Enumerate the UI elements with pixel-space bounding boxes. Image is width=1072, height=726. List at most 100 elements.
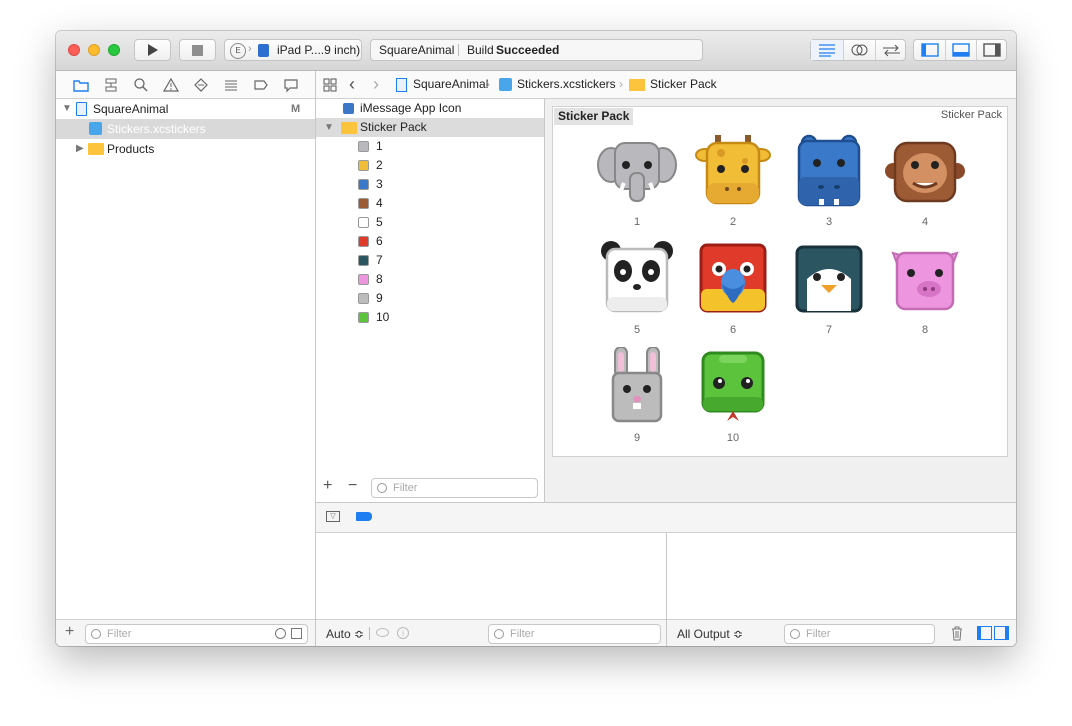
sticker-cell[interactable]: 4 bbox=[877, 131, 973, 239]
parrot-icon bbox=[699, 243, 767, 313]
file-row-stickers[interactable]: Stickers.xcstickers bbox=[56, 119, 315, 139]
scheme-device-selector[interactable]: E › iPad P....9 inch) bbox=[224, 39, 362, 61]
sticker-row-label: 1 bbox=[376, 139, 383, 153]
sticker-row[interactable]: 7 bbox=[316, 251, 544, 270]
divider bbox=[369, 627, 370, 640]
breadcrumb-project[interactable]: SquareAnimal bbox=[413, 71, 488, 98]
project-row[interactable]: ▼ SquareAnimal M bbox=[56, 99, 315, 119]
hierarchy-icon[interactable] bbox=[103, 77, 119, 93]
sticker-row[interactable]: 2 bbox=[316, 156, 544, 175]
show-variables-icon[interactable] bbox=[977, 626, 992, 640]
activity-status-result: Succeeded bbox=[496, 43, 560, 57]
search-icon[interactable] bbox=[133, 77, 149, 93]
stop-button[interactable] bbox=[179, 39, 216, 61]
sticker-cell[interactable]: 3 bbox=[781, 131, 877, 239]
pack-title: Sticker Pack bbox=[554, 108, 634, 125]
sticker-thumb-icon bbox=[358, 293, 369, 304]
snake-icon bbox=[701, 351, 765, 421]
remove-icon[interactable]: − bbox=[348, 477, 357, 495]
group-row-products[interactable]: ▶ Products bbox=[56, 139, 315, 159]
sticker-pack-panel: Sticker Pack Sticker Pack 1 2 3 4 5 6 7 8 9 10 bbox=[552, 106, 1008, 457]
output-select[interactable]: All Output ≎ bbox=[677, 627, 743, 641]
sticker-cell[interactable]: 6 bbox=[685, 239, 781, 347]
breakpoints-toggle-icon[interactable] bbox=[356, 512, 372, 521]
left-panel-icon bbox=[921, 43, 939, 57]
panel-toggle-group bbox=[913, 39, 1007, 61]
app-icon-row[interactable]: iMessage App Icon bbox=[316, 99, 544, 118]
sticker-row[interactable]: 3 bbox=[316, 175, 544, 194]
penguin-icon bbox=[795, 245, 863, 313]
sticker-row[interactable]: 1 bbox=[316, 137, 544, 156]
warning-icon[interactable] bbox=[163, 77, 179, 93]
sticker-cell[interactable]: 9 bbox=[589, 347, 685, 455]
sticker-cell[interactable]: 2 bbox=[685, 131, 781, 239]
info-icon[interactable]: i bbox=[397, 627, 409, 639]
activity-view: SquareAnimal Build Succeeded bbox=[370, 39, 703, 61]
back-arrow-icon[interactable]: ‹ bbox=[349, 71, 355, 98]
sticker-row[interactable]: 10 bbox=[316, 308, 544, 327]
auto-scope-select[interactable]: Auto ≎ bbox=[326, 627, 364, 641]
sticker-pack-row[interactable]: ▼ Sticker Pack bbox=[316, 118, 544, 137]
standard-editor-button[interactable] bbox=[811, 40, 843, 60]
editor-mode-group bbox=[810, 39, 906, 61]
debug-gauges-icon[interactable] bbox=[223, 77, 239, 93]
navigator-footer: + Filter bbox=[56, 619, 315, 646]
sticker-label: 8 bbox=[921, 324, 929, 336]
variables-filter-field[interactable]: Filter bbox=[488, 624, 661, 644]
toggle-utilities-button[interactable] bbox=[976, 40, 1008, 60]
folder-icon[interactable] bbox=[73, 77, 89, 93]
recent-files-icon[interactable] bbox=[275, 628, 286, 639]
sticker-cell[interactable]: 8 bbox=[877, 239, 973, 347]
minimize-button[interactable] bbox=[88, 44, 100, 56]
close-button[interactable] bbox=[68, 44, 80, 56]
sticker-row-label: 2 bbox=[376, 158, 383, 172]
assistant-editor-button[interactable] bbox=[843, 40, 876, 60]
sticker-row[interactable]: 8 bbox=[316, 270, 544, 289]
sticker-pack-canvas: Sticker Pack Sticker Pack 1 2 3 4 5 6 7 8 9 10 bbox=[545, 99, 1016, 502]
sticker-cell[interactable]: 7 bbox=[781, 239, 877, 347]
add-icon[interactable]: + bbox=[65, 623, 74, 641]
sticker-thumb-icon bbox=[358, 274, 369, 285]
sticker-cell[interactable]: 10 bbox=[685, 347, 781, 455]
related-items-icon[interactable] bbox=[323, 78, 337, 92]
sticker-row[interactable]: 9 bbox=[316, 289, 544, 308]
toggle-debug-button[interactable] bbox=[945, 40, 977, 60]
breadcrumb-pack[interactable]: Sticker Pack bbox=[650, 71, 717, 98]
filter-icon bbox=[377, 483, 387, 493]
show-console-icon[interactable] bbox=[994, 626, 1009, 640]
zoom-button[interactable] bbox=[108, 44, 120, 56]
variables-footer: Auto ≎ i Filter bbox=[316, 619, 666, 646]
add-icon[interactable]: + bbox=[323, 477, 332, 495]
report-icon[interactable] bbox=[283, 77, 299, 93]
sticker-row-label: 5 bbox=[376, 215, 383, 229]
hide-debug-icon[interactable]: ▽ bbox=[326, 511, 340, 522]
sticker-row[interactable]: 4 bbox=[316, 194, 544, 213]
bottom-panel-icon bbox=[952, 43, 970, 57]
console-filter-field[interactable]: Filter bbox=[784, 624, 935, 644]
eye-icon[interactable] bbox=[376, 628, 389, 637]
forward-arrow-icon[interactable]: › bbox=[373, 71, 379, 98]
outline-filter-field[interactable]: Filter bbox=[371, 478, 538, 498]
lines-icon bbox=[819, 44, 835, 57]
navigator-filter-field[interactable]: Filter bbox=[85, 624, 308, 644]
test-diamond-icon[interactable] bbox=[193, 77, 209, 93]
app-icon-thumb-icon bbox=[343, 103, 354, 114]
breakpoint-icon[interactable] bbox=[253, 77, 269, 93]
version-editor-button[interactable] bbox=[875, 40, 907, 60]
run-button[interactable] bbox=[134, 39, 171, 61]
trash-icon[interactable] bbox=[950, 626, 964, 641]
disclosure-open-icon[interactable]: ▼ bbox=[62, 99, 72, 119]
sticker-row[interactable]: 6 bbox=[316, 232, 544, 251]
disclosure-closed-icon[interactable]: ▶ bbox=[76, 139, 84, 159]
scm-filter-icon[interactable] bbox=[291, 628, 302, 639]
disclosure-open-icon[interactable]: ▼ bbox=[324, 118, 334, 137]
breadcrumb-catalog[interactable]: Stickers.xcstickers bbox=[517, 71, 616, 98]
sticker-row[interactable]: 5 bbox=[316, 213, 544, 232]
toggle-navigator-button[interactable] bbox=[914, 40, 945, 60]
project-file-icon bbox=[396, 78, 407, 92]
source-control-badge: M bbox=[291, 103, 301, 115]
sticker-cell[interactable]: 1 bbox=[589, 131, 685, 239]
sticker-label: 10 bbox=[726, 432, 740, 444]
sticker-cell[interactable]: 5 bbox=[589, 239, 685, 347]
scheme-icon: E bbox=[230, 43, 246, 59]
